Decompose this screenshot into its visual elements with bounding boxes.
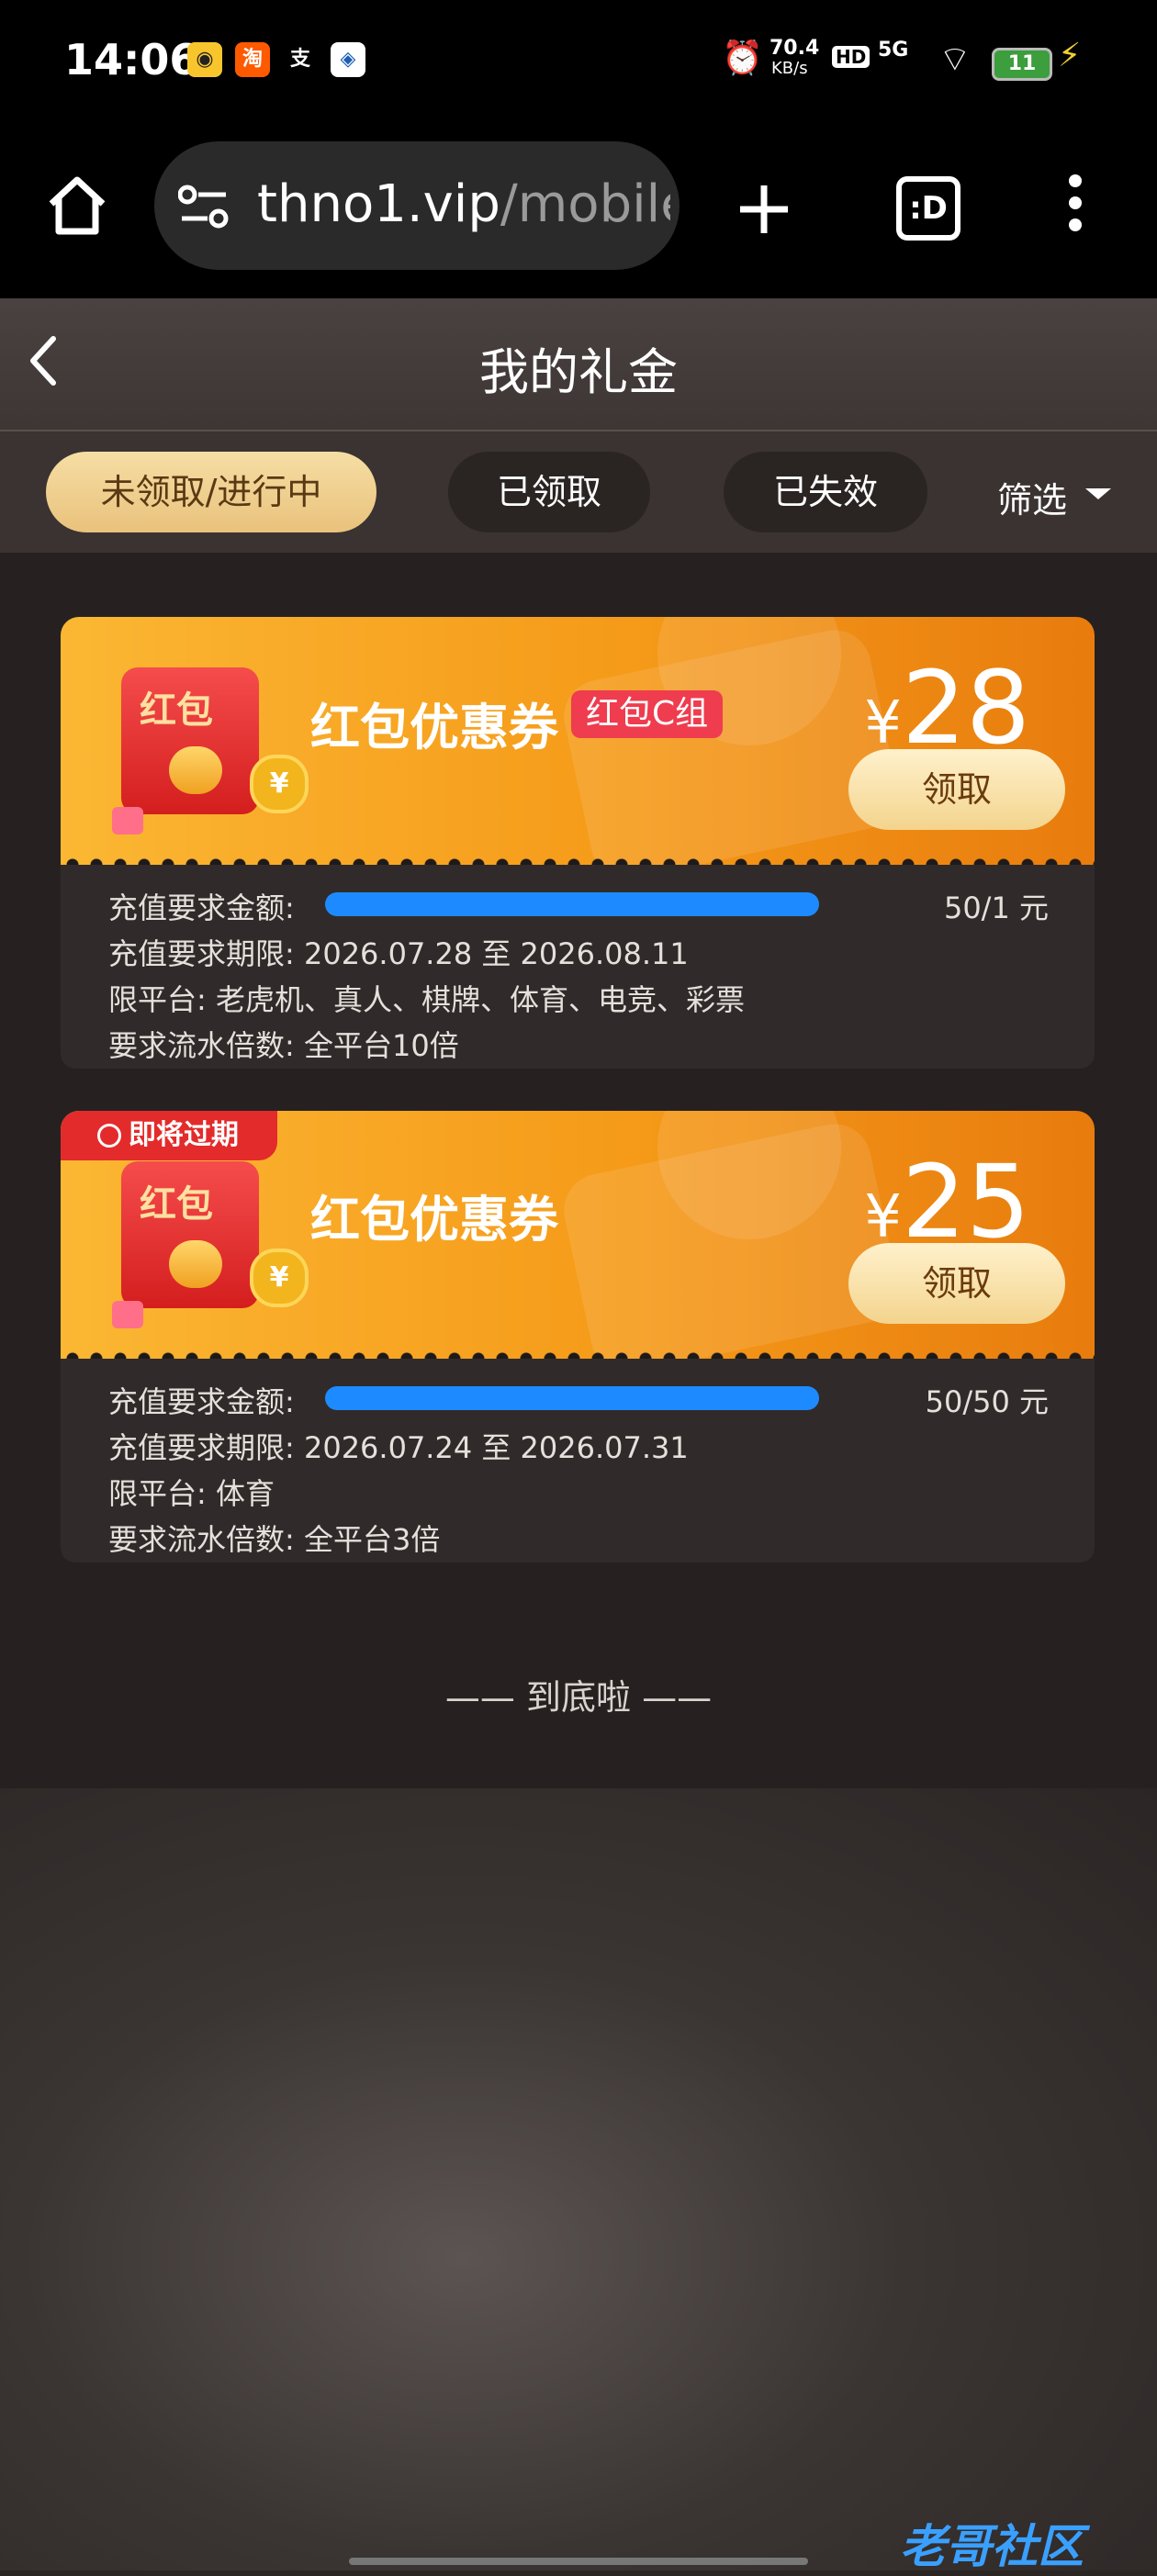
home-indicator[interactable] — [349, 2558, 808, 2565]
coupon-details: 充值要求金额: 50/50 元 充值要求期限: 2026.07.24 至 202… — [61, 1359, 1095, 1562]
coin-icon: ¥ — [250, 1249, 309, 1307]
page-background — [0, 1788, 1157, 2570]
gift-icon — [112, 1301, 143, 1328]
platform-row: 限平台: 老虎机、真人、棋牌、体育、电竞、彩票 — [108, 977, 745, 1019]
progress-text: 50/1 元 — [943, 890, 1049, 925]
battery-icon: 11 — [992, 48, 1052, 81]
platform-row: 限平台: 体育 — [108, 1471, 275, 1513]
coupon-card: 红包 ¥ 红包优惠券 红包C组 ¥28 领取 充值要求金额: 50/1 元 充值… — [61, 617, 1095, 1069]
amount-requirement-label: 充值要求金额: — [108, 1384, 295, 1419]
platform-label: 限平台: — [108, 982, 207, 1017]
net-speed: 70.4 — [769, 37, 820, 60]
expiring-text: 即将过期 — [129, 1119, 239, 1151]
turnover-row: 要求流水倍数: 全平台10倍 — [108, 1023, 459, 1065]
coupon-header: 红包 ¥ 即将过期 红包优惠券 ¥25 领取 — [61, 1111, 1095, 1359]
red-packet-icon: 红包 — [112, 1161, 259, 1328]
gift-icon — [112, 807, 143, 834]
taobao-icon: 淘 — [235, 42, 270, 77]
coupon-details: 充值要求金额: 50/1 元 充值要求期限: 2026.07.28 至 2026… — [61, 865, 1095, 1069]
period-row: 充值要求期限: 2026.07.28 至 2026.08.11 — [108, 931, 689, 973]
status-time: 14:06 — [64, 35, 199, 84]
platform-value: 老虎机、真人、棋牌、体育、电竞、彩票 — [215, 982, 745, 1017]
red-packet-text: 红包 — [140, 689, 213, 732]
red-packet-icon: 红包 — [112, 667, 259, 834]
expiring-badge: 即将过期 — [61, 1111, 277, 1160]
watermark-logo: 老哥社区 — [900, 2520, 1084, 2573]
period-label: 充值要求期限: — [108, 1430, 295, 1465]
period-label: 充值要求期限: — [108, 936, 295, 971]
coupon-card: 红包 ¥ 即将过期 红包优惠券 ¥25 领取 充值要求金额: 50/50 元 充… — [61, 1111, 1095, 1574]
tab-switcher-button[interactable]: :D — [896, 176, 960, 241]
tab-claimed[interactable]: 已领取 — [448, 452, 650, 532]
platform-value: 体育 — [215, 1476, 275, 1511]
tab-expired[interactable]: 已失效 — [724, 452, 927, 532]
claim-button[interactable]: 领取 — [848, 749, 1065, 830]
turnover-value: 全平台10倍 — [303, 1028, 459, 1063]
filter-button[interactable]: 筛选 — [997, 472, 1067, 522]
browser-toolbar: thno1.vip/mobile2 :D — [0, 129, 1157, 298]
alarm-icon: ⏰ — [722, 39, 763, 77]
currency-symbol: ¥ — [864, 1183, 903, 1251]
red-packet-seal — [169, 746, 222, 794]
alipay-icon: 支 — [283, 42, 318, 77]
site-settings-icon[interactable] — [178, 184, 230, 230]
coin-icon: ¥ — [250, 755, 309, 813]
page-header: 我的礼金 — [0, 298, 1157, 431]
status-tabs: 未领取/进行中 已领取 已失效 筛选 — [0, 431, 1157, 553]
period-value: 2026.07.28 至 2026.08.11 — [303, 936, 689, 971]
tab-unclaimed[interactable]: 未领取/进行中 — [46, 452, 376, 532]
coupon-amount: ¥25 — [864, 1151, 1030, 1252]
red-packet-text: 红包 — [140, 1183, 213, 1226]
period-value: 2026.07.24 至 2026.07.31 — [303, 1430, 689, 1465]
new-tab-icon[interactable] — [735, 180, 793, 239]
end-of-list-text: —— 到底啦 —— — [444, 1677, 713, 1718]
amount-requirement-label: 充值要求金额: — [108, 890, 295, 925]
url-text[interactable]: thno1.vip/mobile2 — [257, 174, 670, 234]
turnover-label: 要求流水倍数: — [108, 1028, 295, 1063]
turnover-value: 全平台3倍 — [303, 1522, 441, 1557]
coupon-group-tag: 红包C组 — [571, 690, 724, 738]
network-type: 5G — [878, 39, 909, 62]
url-host: thno1.vip — [257, 174, 500, 234]
coupon-title: 红包优惠券 — [310, 699, 558, 756]
claim-button[interactable]: 领取 — [848, 1243, 1065, 1324]
red-packet-seal — [169, 1240, 222, 1288]
turnover-row: 要求流水倍数: 全平台3倍 — [108, 1517, 440, 1559]
home-icon[interactable] — [44, 173, 110, 239]
notification-app-icon: ◉ — [187, 42, 222, 77]
page-title: 我的礼金 — [479, 343, 678, 401]
charging-icon: ⚡ — [1058, 37, 1082, 74]
progress-text: 50/50 元 — [925, 1384, 1049, 1419]
currency-symbol: ¥ — [864, 689, 903, 757]
period-row: 充值要求期限: 2026.07.24 至 2026.07.31 — [108, 1425, 689, 1467]
turnover-label: 要求流水倍数: — [108, 1522, 295, 1557]
status-bar: 14:06 ◉ 淘 支 ◈ ⏰ 70.4 KB/s HD 5G ⌔ 11 ⚡ — [0, 0, 1157, 129]
wifi-icon: ⌔ — [938, 39, 972, 79]
url-path: /mobile2 — [500, 174, 670, 234]
progress-bar — [325, 892, 819, 916]
hd-icon: HD — [832, 46, 871, 68]
url-bar[interactable]: thno1.vip/mobile2 — [154, 141, 680, 270]
coupon-amount: ¥28 — [864, 657, 1030, 758]
progress-bar — [325, 1386, 819, 1410]
coupon-title: 红包优惠券 — [310, 1191, 558, 1249]
more-menu-icon[interactable] — [1069, 174, 1082, 231]
clock-icon — [97, 1124, 121, 1148]
filter-caret-icon — [1085, 488, 1111, 499]
coupon-header: 红包 ¥ 红包优惠券 红包C组 ¥28 领取 — [61, 617, 1095, 865]
net-speed-unit: KB/s — [771, 59, 808, 78]
bank-icon: ◈ — [331, 42, 365, 77]
platform-label: 限平台: — [108, 1476, 207, 1511]
